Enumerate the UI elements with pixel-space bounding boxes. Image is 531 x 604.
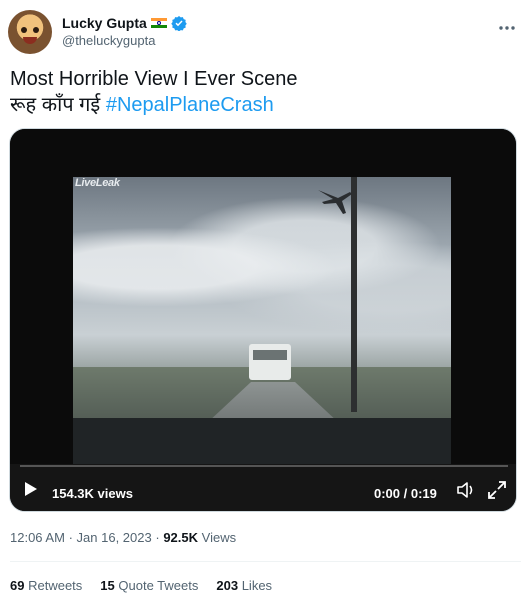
likes-count: 203 <box>216 578 239 593</box>
tweet-stats: 69 Retweets 15 Quote Tweets 203 Likes <box>10 578 290 593</box>
retweets-label: Retweets <box>28 578 83 593</box>
retweets-stat[interactable]: 69 Retweets <box>10 578 82 593</box>
tweet-time[interactable]: 12:06 AM <box>10 530 65 545</box>
tweet-text: Most Horrible View I Ever Scene रूह काँप… <box>10 66 520 118</box>
plane-image <box>318 190 352 214</box>
avatar[interactable] <box>8 10 52 54</box>
video-time: 0:00 / 0:19 <box>374 486 437 501</box>
divider <box>10 561 521 562</box>
video-frame: LiveLeak <box>73 177 451 464</box>
progress-bar[interactable] <box>20 465 508 467</box>
more-options-icon[interactable] <box>497 18 517 38</box>
tweet-text-line2: रूह काँप गई #NepalPlaneCrash <box>10 92 520 118</box>
view-count: 92.5K <box>163 530 199 545</box>
video-watermark: LiveLeak <box>75 177 120 189</box>
tweet-meta: 12:06 AM · Jan 16, 2023 · 92.5K Views <box>10 530 236 545</box>
quote-tweets-count: 15 <box>100 578 115 593</box>
author-display-name[interactable]: Lucky Gupta <box>62 15 147 31</box>
tweet-text-hindi: रूह काँप गई <box>10 94 101 116</box>
quote-tweets-stat[interactable]: 15 Quote Tweets <box>100 578 198 593</box>
view-label: Views <box>201 530 237 545</box>
hashtag-link[interactable]: #NepalPlaneCrash <box>106 94 274 116</box>
video-area[interactable]: LiveLeak <box>10 129 516 464</box>
volume-icon[interactable] <box>456 480 476 500</box>
quote-tweets-label: Quote Tweets <box>118 578 199 593</box>
bus-image <box>249 344 291 380</box>
meta-separator-2: · <box>155 530 160 545</box>
likes-stat[interactable]: 203 Likes <box>216 578 272 593</box>
author-name-row: Lucky Gupta <box>62 15 187 31</box>
video-controls: 154.3K views 0:00 / 0:19 <box>10 464 516 511</box>
tweet-date[interactable]: Jan 16, 2023 <box>77 530 152 545</box>
verified-badge-icon <box>171 16 187 31</box>
india-flag-icon <box>150 17 167 29</box>
tweet-text-line1: Most Horrible View I Ever Scene <box>10 68 298 90</box>
author-handle[interactable]: @theluckygupta <box>62 33 155 48</box>
video-view-count: 154.3K views <box>52 486 133 501</box>
likes-label: Likes <box>241 578 273 593</box>
meta-separator: · <box>68 530 73 545</box>
retweets-count: 69 <box>10 578 25 593</box>
tweet-header: Lucky Gupta @theluckygupta <box>8 8 523 56</box>
play-icon[interactable] <box>24 481 38 497</box>
fullscreen-icon[interactable] <box>487 480 507 500</box>
video-player[interactable]: LiveLeak 154.3K views 0:00 / 0:19 <box>9 128 517 512</box>
